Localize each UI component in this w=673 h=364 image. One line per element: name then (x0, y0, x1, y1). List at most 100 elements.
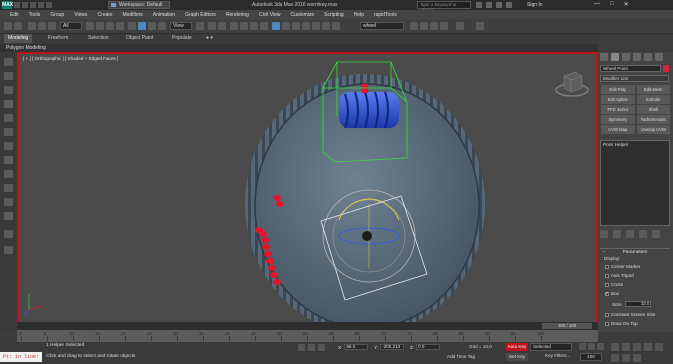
menu-customize[interactable]: Customize (291, 12, 315, 18)
render-production-icon[interactable] (440, 22, 448, 30)
link-icon[interactable] (28, 22, 36, 30)
play-icon[interactable] (597, 343, 604, 350)
menu-edit[interactable]: Edit (10, 12, 19, 18)
angle-snap-icon[interactable] (240, 22, 248, 30)
menu-group[interactable]: Group (50, 12, 64, 18)
undo-icon[interactable] (38, 2, 44, 8)
set-key-button[interactable]: Set Key (506, 353, 528, 361)
lock-selection-icon[interactable] (308, 344, 315, 351)
time-slider-track[interactable]: 100 / 100 (17, 322, 598, 330)
scene-explorer-icon[interactable] (4, 58, 13, 66)
settings-icon[interactable] (4, 170, 13, 178)
pin-stack-icon[interactable] (600, 230, 608, 238)
window-crossing-icon[interactable] (116, 22, 124, 30)
mirror-icon[interactable] (282, 22, 290, 30)
select-scale-icon[interactable] (148, 22, 156, 30)
new-file-icon[interactable] (14, 2, 20, 8)
modifier-list-dropdown[interactable]: Modifier List (600, 75, 669, 82)
auto-key-button[interactable]: Auto Key (506, 343, 528, 351)
star-icon[interactable] (496, 2, 502, 8)
unlink-icon[interactable] (38, 22, 46, 30)
isolate-icon[interactable] (298, 344, 305, 351)
undo-scene-icon[interactable] (4, 246, 13, 254)
search-input[interactable]: Type a keyword or phrase (417, 1, 471, 13)
close-icon[interactable]: ✕ (624, 1, 629, 8)
a360-gallery-icon[interactable] (476, 22, 484, 30)
app-logo-icon[interactable]: MAX (2, 1, 13, 9)
reference-coordinate-select[interactable]: View (170, 22, 192, 30)
sort-icon[interactable] (4, 212, 13, 220)
curve-editor-icon[interactable] (322, 22, 330, 30)
display-tab-icon[interactable] (644, 53, 652, 61)
render-cloud-icon[interactable] (456, 22, 464, 30)
edit-named-selections-icon[interactable] (272, 22, 280, 30)
cross-checkbox[interactable]: Cross (605, 282, 623, 287)
layers-icon[interactable] (4, 198, 13, 206)
configure-sets-icon[interactable] (652, 230, 660, 238)
named-selection-select[interactable]: wheel (360, 22, 404, 30)
checkbox-box[interactable] (605, 264, 609, 269)
key-filters-button[interactable]: Key Filters... (545, 353, 571, 358)
current-frame-field[interactable]: 100 (580, 353, 602, 361)
menu-civil-view[interactable]: Civil View (259, 12, 281, 18)
teapot-icon[interactable] (4, 86, 13, 94)
workspace-dropdown[interactable]: Workspace: Default (108, 1, 170, 9)
save-file-icon[interactable] (30, 2, 36, 8)
add-time-tag-button[interactable]: Add Time Tag (447, 354, 475, 359)
spinner-snap-icon[interactable] (260, 22, 268, 30)
make-unique-icon[interactable] (626, 230, 634, 238)
y-field[interactable]: -205.213 (380, 344, 405, 350)
tab-freeform[interactable]: Freeform (48, 35, 68, 41)
draw-on-top-checkbox[interactable]: Draw On Top (605, 321, 638, 326)
time-slider[interactable]: 100 / 100 (542, 323, 592, 329)
tab-selection[interactable]: Selection (88, 35, 109, 41)
maximize-viewport-icon[interactable] (633, 354, 641, 362)
undo-icon[interactable] (4, 22, 12, 30)
bind-spacewarp-icon[interactable] (48, 22, 56, 30)
menu-modifiers[interactable]: Modifiers (122, 12, 142, 18)
hierarchy-tab-icon[interactable] (622, 53, 630, 61)
select-rotate-icon[interactable] (138, 22, 146, 30)
select-by-name-icon[interactable] (96, 22, 104, 30)
select-move-icon[interactable] (128, 22, 136, 30)
viewcube[interactable] (555, 71, 589, 97)
place-icon[interactable] (158, 22, 166, 30)
schematic-view-icon[interactable] (332, 22, 340, 30)
menu-rapidtools[interactable]: rapidTools (374, 12, 397, 18)
selection-filter-select[interactable]: All (60, 22, 82, 30)
minimize-icon[interactable]: — (594, 1, 600, 8)
turbosmooth-button[interactable]: TurboSmooth (636, 115, 670, 124)
x-field[interactable]: 86.0 (344, 344, 369, 350)
modify-tab-icon[interactable] (611, 53, 619, 61)
track-bar[interactable]: 0 5 10 15 20 25 30 35 40 45 50 55 60 65 … (17, 330, 598, 342)
light-icon[interactable] (4, 100, 13, 108)
object-color-swatch[interactable] (663, 65, 669, 72)
material-editor-icon[interactable] (410, 22, 418, 30)
checkbox-box[interactable] (605, 282, 609, 287)
tab-populate[interactable]: Populate (172, 35, 192, 41)
percent-snap-icon[interactable] (250, 22, 258, 30)
menu-help[interactable]: Help (354, 12, 364, 18)
pan-icon[interactable] (611, 354, 619, 362)
selection-region-icon[interactable] (106, 22, 114, 30)
edit-spline-button[interactable]: Edit Spline (601, 95, 635, 104)
size-spinner[interactable]: 32.0 (625, 301, 652, 307)
key-mode-select[interactable]: Selected (530, 343, 572, 351)
pan-hand-icon[interactable] (4, 230, 13, 238)
z-field[interactable]: 0.0 (416, 344, 441, 350)
pivot-center-icon[interactable] (196, 22, 204, 30)
shell-button[interactable]: Shell (636, 105, 670, 114)
edit-mesh-button[interactable]: Edit Mesh (636, 85, 670, 94)
menu-rendering[interactable]: Rendering (226, 12, 249, 18)
system-icon[interactable] (4, 156, 13, 164)
constant-screen-size-checkbox[interactable]: Constant Screen Size (605, 312, 655, 317)
spacewarp-icon[interactable] (4, 142, 13, 150)
edit-poly-button[interactable]: Edit Poly (601, 85, 635, 94)
uvw-map-button[interactable]: UVW Map (601, 125, 635, 134)
parameters-rollout[interactable]: Parameters (600, 248, 670, 256)
user-icon[interactable] (506, 2, 512, 8)
checkbox-box[interactable] (605, 312, 609, 317)
create-tab-icon[interactable] (600, 53, 608, 61)
redo-icon[interactable] (46, 2, 52, 8)
axis-tripod-checkbox[interactable]: Axis Tripod (605, 273, 634, 278)
